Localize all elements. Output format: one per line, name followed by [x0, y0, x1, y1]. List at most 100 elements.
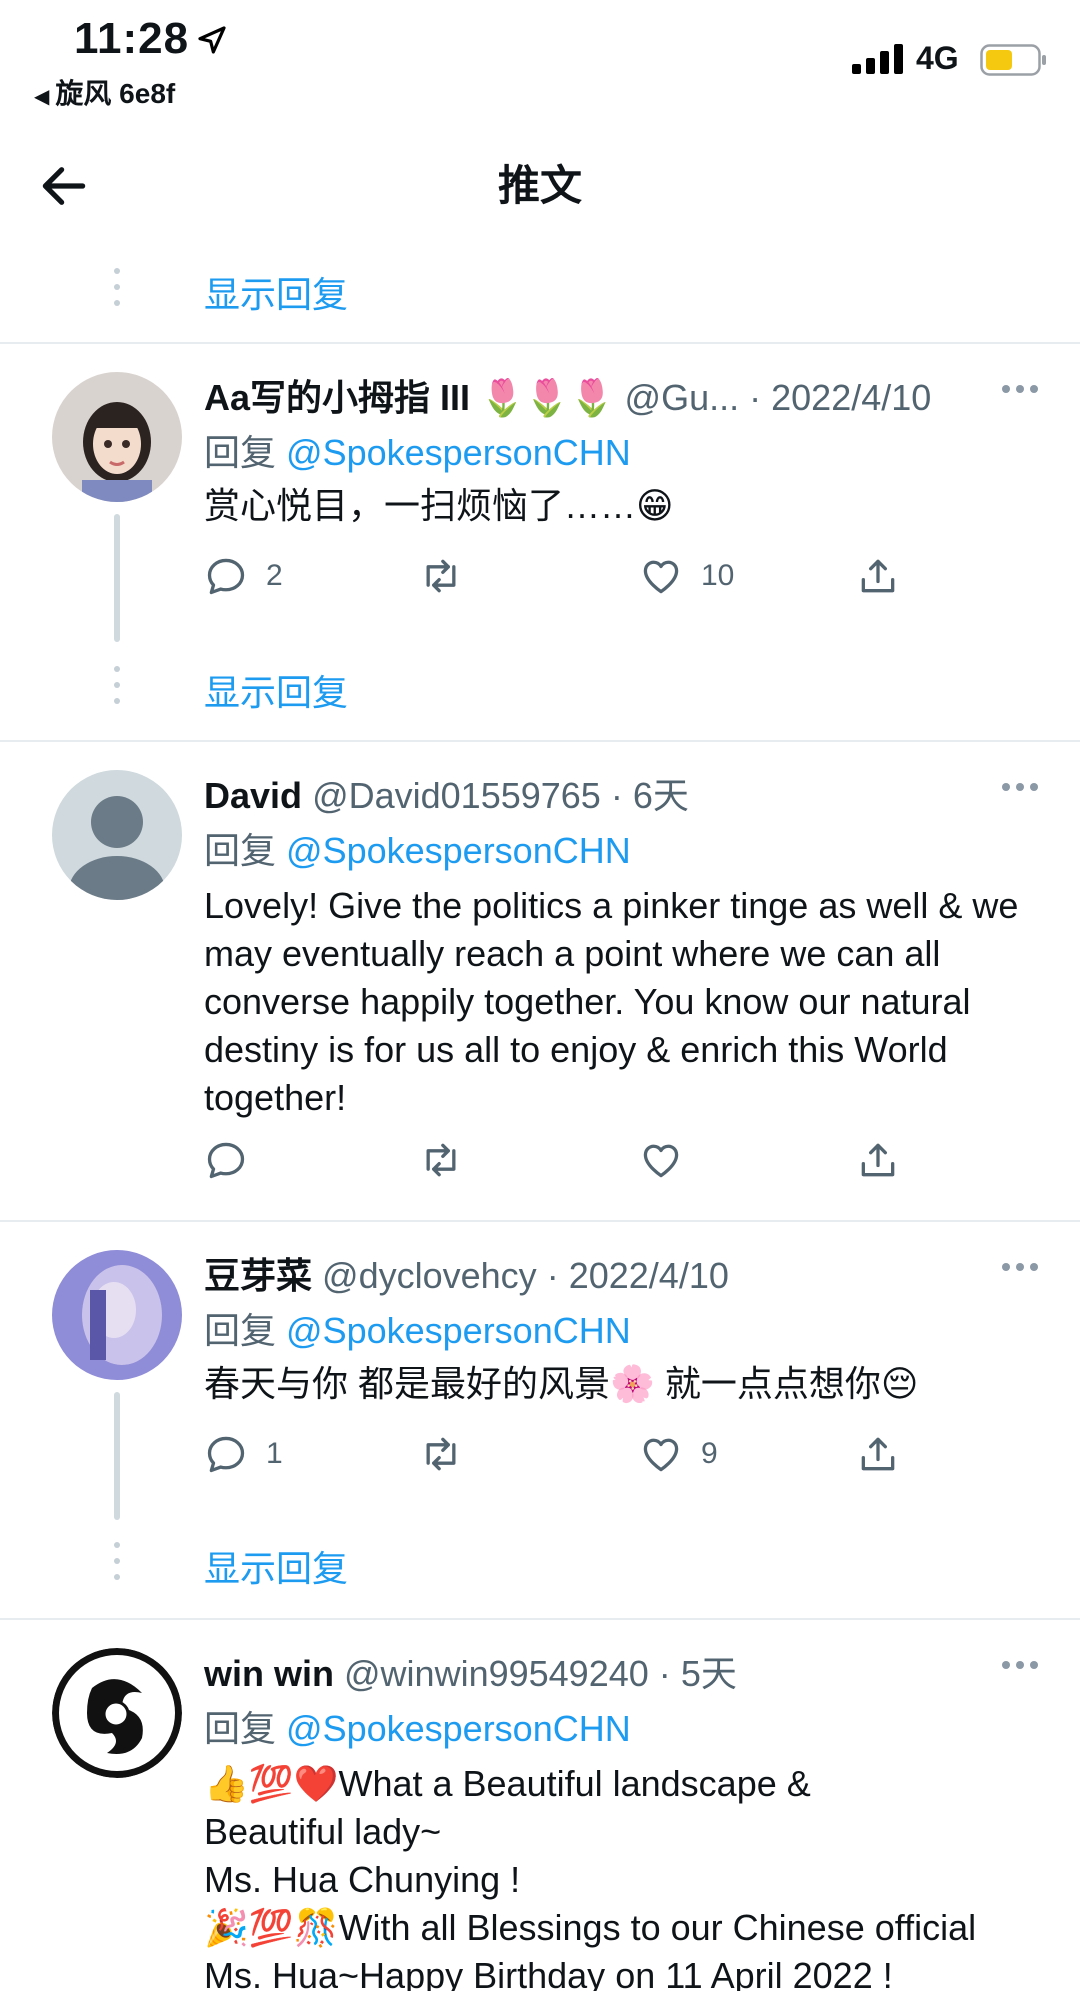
separator: · — [658, 1653, 671, 1694]
avatar[interactable] — [52, 372, 182, 502]
network-type: 4G — [916, 40, 959, 76]
tweet-date[interactable]: 2022/4/10 — [771, 377, 931, 418]
tweet-text-line: Ms. Hua~Happy Birthday on 11 April 2022 … — [204, 1955, 893, 1991]
show-replies-label: 显示回复 — [204, 1548, 349, 1589]
tweet-header: 豆芽菜 @dyclovehcy · 2022/4/10 — [204, 1250, 1040, 1302]
divider — [0, 1220, 1080, 1222]
location-arrow-icon — [198, 26, 226, 54]
like-button[interactable] — [639, 1134, 701, 1186]
page-title: 推文 — [497, 162, 582, 209]
tweet-actions: 2 10 — [204, 550, 924, 602]
retweet-button[interactable] — [419, 1428, 481, 1480]
retweet-icon — [426, 1143, 456, 1177]
thread-line — [114, 1392, 120, 1520]
user-handle[interactable]: @winwin99549240 — [344, 1653, 649, 1694]
tweet-text-line: Beautiful lady~ — [204, 1811, 442, 1852]
share-button[interactable] — [856, 1134, 900, 1186]
tweet-text: 赏心悦目，一扫烦恼了……😁 — [204, 485, 674, 526]
user-handle[interactable]: @dyclovehcy — [322, 1255, 537, 1296]
retweet-button[interactable] — [419, 1134, 481, 1186]
tweet[interactable]: Aa写的小拇指 III 🌷🌷🌷 @Gu... · 2022/4/10 回复 @S… — [0, 372, 1080, 642]
more-options-icon[interactable] — [1002, 1258, 1046, 1278]
battery-icon — [980, 44, 1046, 76]
tweet-header: David @David01559765 · 6天 — [204, 770, 1040, 822]
display-name[interactable]: Aa写的小拇指 III 🌷🌷🌷 — [204, 377, 615, 418]
reply-count: 1 — [266, 1437, 283, 1470]
reply-icon — [207, 1436, 245, 1473]
thread-dots — [112, 1542, 122, 1586]
display-name[interactable]: David — [204, 775, 302, 816]
reply-prefix: 回复 — [204, 432, 277, 473]
tweet-date[interactable]: 5天 — [681, 1653, 737, 1694]
status-time: 11:28 — [74, 14, 190, 63]
reply-to-mention[interactable]: @SpokespersonCHN — [286, 1708, 631, 1749]
tweet[interactable]: win win @winwin99549240 · 5天 回复 @Spokesp… — [0, 1648, 1080, 1991]
tweet[interactable]: David @David01559765 · 6天 回复 @Spokespers… — [0, 770, 1080, 1190]
like-count: 9 — [701, 1437, 718, 1470]
reply-prefix: 回复 — [204, 1708, 277, 1749]
reply-to-line: 回复 @SpokespersonCHN — [204, 1302, 631, 1354]
tweet-actions — [204, 1134, 924, 1186]
tweet-date[interactable]: 2022/4/10 — [569, 1255, 729, 1296]
tweet-header: Aa写的小拇指 III 🌷🌷🌷 @Gu... · 2022/4/10 — [204, 372, 1040, 424]
divider — [0, 1618, 1080, 1620]
reply-count: 2 — [266, 559, 283, 592]
reply-to-line: 回复 @SpokespersonCHN — [204, 1700, 631, 1752]
tweet[interactable]: 豆芽菜 @dyclovehcy · 2022/4/10 回复 @Spokespe… — [0, 1250, 1080, 1520]
back-app-label: 旋风 6e8f — [55, 78, 176, 109]
retweet-icon — [426, 559, 456, 593]
show-replies-button[interactable]: 显示回复 — [0, 1530, 1080, 1600]
avatar[interactable] — [52, 770, 182, 900]
reply-to-mention[interactable]: @SpokespersonCHN — [286, 432, 631, 473]
heart-icon — [643, 1144, 679, 1178]
share-button[interactable] — [856, 1428, 900, 1480]
reply-to-mention[interactable]: @SpokespersonCHN — [286, 1310, 631, 1351]
separator: · — [546, 1255, 559, 1296]
share-icon — [861, 559, 895, 593]
avatar[interactable] — [52, 1648, 182, 1778]
divider — [0, 740, 1080, 742]
reply-prefix: 回复 — [204, 1310, 277, 1351]
status-bar: 11:28 ◀ 旋风 6e8f 4G — [0, 0, 1080, 130]
reply-icon — [207, 558, 245, 595]
separator: · — [749, 377, 762, 418]
share-icon — [861, 1143, 895, 1177]
tweet-text: 春天与你 都是最好的风景🌸 就一点点想你😔 — [204, 1363, 919, 1404]
thread-dots — [112, 268, 122, 312]
retweet-icon — [426, 1437, 456, 1471]
back-to-app[interactable]: ◀ 旋风 6e8f — [34, 72, 175, 112]
reply-button[interactable]: 1 — [204, 1428, 283, 1480]
retweet-button[interactable] — [419, 550, 481, 602]
reply-button[interactable]: 2 — [204, 550, 283, 602]
tweet-text-line: 🎉💯🎊With all Blessings to our Chinese off… — [204, 1907, 977, 1948]
share-button[interactable] — [856, 550, 900, 602]
avatar[interactable] — [52, 1250, 182, 1380]
show-replies-button[interactable]: 显示回复 — [0, 654, 1080, 724]
reply-prefix: 回复 — [204, 830, 277, 871]
user-handle[interactable]: @Gu... — [625, 377, 740, 418]
thread-line — [114, 514, 120, 642]
reply-to-line: 回复 @SpokespersonCHN — [204, 822, 631, 874]
tweet-date[interactable]: 6天 — [633, 775, 689, 816]
tweet-text-line: Ms. Hua Chunying ! — [204, 1859, 521, 1900]
display-name[interactable]: win win — [204, 1653, 334, 1694]
user-handle[interactable]: @David01559765 — [312, 775, 601, 816]
like-button[interactable]: 10 — [639, 550, 734, 602]
show-replies-label: 显示回复 — [204, 672, 349, 713]
reply-button[interactable] — [204, 1134, 266, 1186]
display-name[interactable]: 豆芽菜 — [204, 1255, 312, 1296]
tweet-header: win win @winwin99549240 · 5天 — [204, 1648, 1040, 1700]
show-replies-button[interactable]: 显示回复 — [0, 256, 1080, 326]
top-nav: 推文 — [0, 130, 1080, 240]
show-replies-label: 显示回复 — [204, 274, 349, 315]
tweet-text: Lovely! Give the politics a pinker tinge… — [204, 885, 1019, 1118]
heart-icon — [643, 560, 679, 594]
cellular-signal-icon — [852, 44, 903, 74]
like-button[interactable]: 9 — [639, 1428, 718, 1480]
tweet-actions: 1 9 — [204, 1428, 924, 1480]
reply-to-mention[interactable]: @SpokespersonCHN — [286, 830, 631, 871]
more-options-icon[interactable] — [1002, 1656, 1046, 1676]
more-options-icon[interactable] — [1002, 380, 1046, 400]
reply-icon — [207, 1142, 245, 1179]
more-options-icon[interactable] — [1002, 778, 1046, 798]
